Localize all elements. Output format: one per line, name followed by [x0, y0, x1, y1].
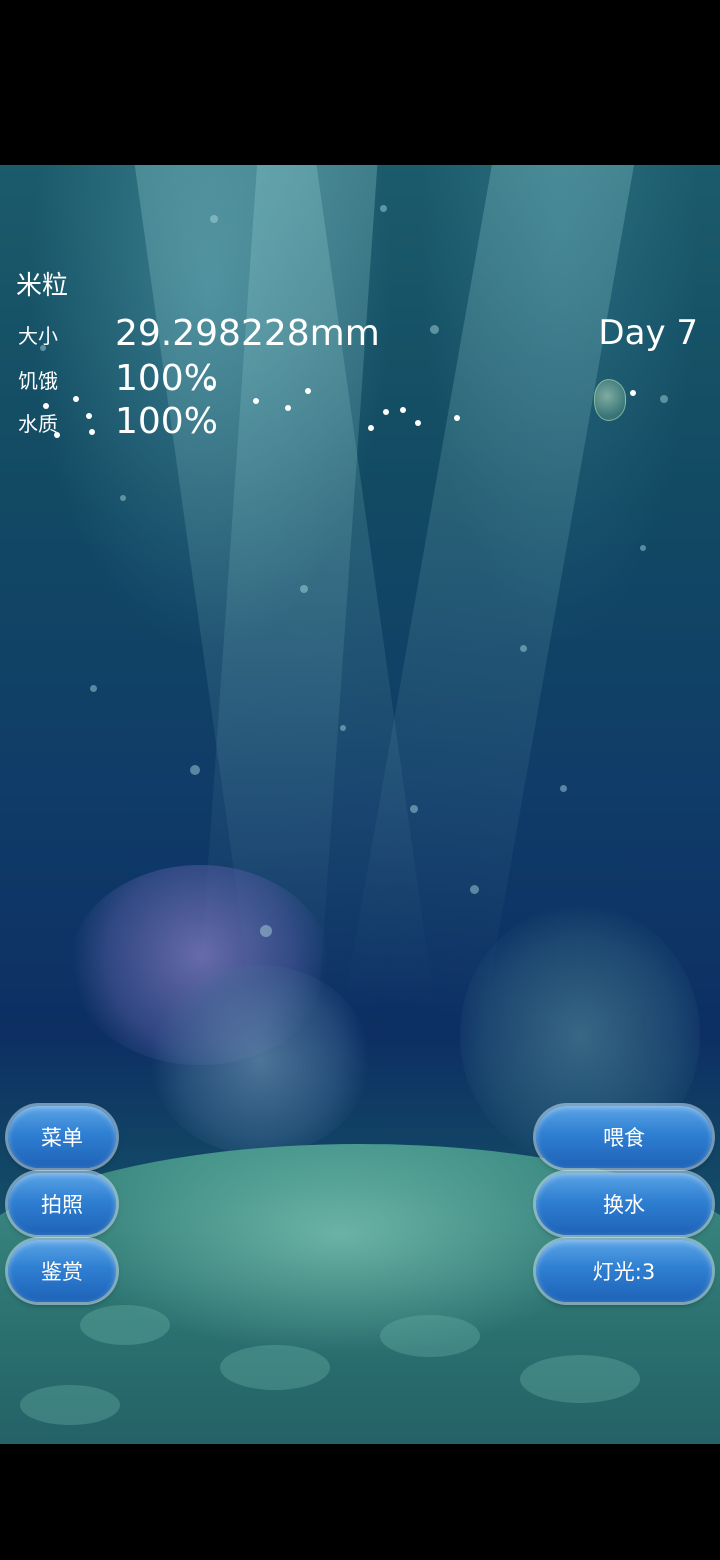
- coral-left-lower: [150, 965, 370, 1155]
- food-pellet: [415, 420, 421, 426]
- menu-button[interactable]: 菜单: [8, 1106, 116, 1168]
- pebble: [80, 1305, 170, 1345]
- pet-name: 米粒: [16, 271, 69, 301]
- particle: [430, 325, 439, 334]
- particle: [260, 925, 272, 937]
- light-button-label: 灯光:3: [592, 1260, 656, 1284]
- particle: [90, 685, 97, 692]
- pebble: [520, 1355, 640, 1403]
- particle: [660, 395, 668, 403]
- food-pellet: [89, 429, 95, 435]
- particle: [410, 805, 418, 813]
- particle: [640, 545, 646, 551]
- particle: [300, 585, 308, 593]
- pebble: [20, 1385, 120, 1425]
- particle: [380, 205, 387, 212]
- food-pellet: [368, 425, 374, 431]
- food-pellet: [285, 405, 291, 411]
- pebble: [220, 1345, 330, 1390]
- food-pellet: [253, 398, 259, 404]
- particle: [470, 885, 479, 894]
- feed-button[interactable]: 喂食: [536, 1106, 712, 1168]
- particle: [340, 725, 346, 731]
- particle: [560, 785, 567, 792]
- food-pellet: [73, 396, 79, 402]
- water-quality-label: 水质: [18, 412, 58, 436]
- particle: [210, 215, 218, 223]
- photo-button-label: 拍照: [41, 1193, 83, 1217]
- food-pellet: [383, 409, 389, 415]
- particle: [120, 495, 126, 501]
- day-counter: Day 7: [598, 313, 698, 353]
- food-pellet: [400, 407, 406, 413]
- size-value: 29.298228mm: [115, 313, 380, 354]
- photo-button[interactable]: 拍照: [8, 1173, 116, 1235]
- hunger-label: 饥饿: [18, 369, 58, 393]
- feed-button-label: 喂食: [603, 1126, 645, 1150]
- particle: [190, 765, 200, 775]
- food-pellet: [86, 413, 92, 419]
- particle: [520, 645, 527, 652]
- menu-button-label: 菜单: [41, 1126, 83, 1150]
- hunger-value: 100%: [115, 358, 218, 399]
- light-button[interactable]: 灯光:3: [536, 1240, 712, 1302]
- gallery-button-label: 鉴赏: [41, 1260, 83, 1284]
- water-quality-value: 100%: [115, 401, 218, 442]
- game-screen: 米粒 大小 29.298228mm 饥饿 100% 水质 100% Day 7 …: [0, 0, 720, 1560]
- food-pellet: [454, 415, 460, 421]
- jellyfish-sprite[interactable]: [594, 379, 626, 421]
- pebble: [380, 1315, 480, 1357]
- gallery-button[interactable]: 鉴赏: [8, 1240, 116, 1302]
- change-water-button[interactable]: 换水: [536, 1173, 712, 1235]
- food-pellet: [305, 388, 311, 394]
- size-label: 大小: [18, 324, 58, 348]
- change-water-button-label: 换水: [603, 1193, 645, 1217]
- light-ray: [344, 165, 639, 1024]
- food-pellet: [630, 390, 636, 396]
